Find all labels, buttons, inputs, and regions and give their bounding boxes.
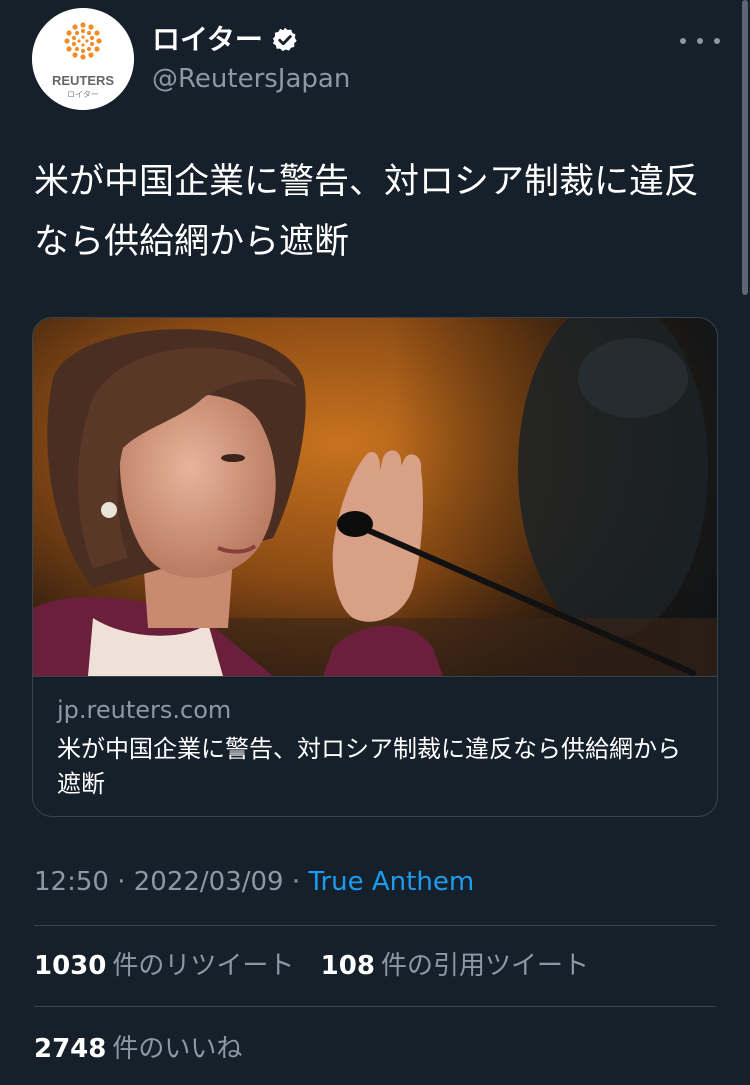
retweet-stats: 1030 件のリツイート 108 件の引用ツイート	[34, 948, 589, 984]
reuters-logo-icon: REUTERS ロイター	[32, 8, 134, 110]
tweet-source-link[interactable]: True Anthem	[308, 867, 474, 897]
retweets-stat[interactable]: 1030 件のリツイート	[34, 951, 294, 981]
svg-text:REUTERS: REUTERS	[52, 73, 114, 88]
author-handle[interactable]: @ReutersJapan	[152, 62, 350, 96]
link-card[interactable]: jp.reuters.com 米が中国企業に警告、対ロシア制裁に違反なら供給網か…	[32, 317, 718, 817]
verified-badge-icon	[271, 26, 299, 54]
author-name-text: ロイター	[152, 23, 263, 56]
avatar[interactable]: REUTERS ロイター	[32, 8, 134, 110]
card-title: 米が中国企業に警告、対ロシア制裁に違反なら供給網から遮断	[57, 735, 681, 798]
retweets-count: 1030	[34, 951, 107, 981]
tweet-text: 米が中国企業に警告、対ロシア制裁に違反なら供給網から遮断	[34, 162, 700, 262]
quotes-stat[interactable]: 108 件の引用ツイート	[321, 951, 589, 981]
likes-count: 2748	[34, 1034, 107, 1064]
divider	[34, 1006, 716, 1007]
meta-separator: ·	[283, 867, 309, 897]
likes-label: 件のいいね	[112, 1034, 243, 1064]
divider	[34, 925, 716, 926]
more-options-icon[interactable]	[680, 26, 720, 56]
like-stats: 2748 件のいいね	[34, 1031, 242, 1067]
svg-text:ロイター: ロイター	[67, 90, 99, 99]
retweets-label: 件のリツイート	[112, 951, 295, 981]
author-display-name[interactable]: ロイター	[152, 22, 299, 58]
card-image	[33, 318, 717, 677]
tweet-date[interactable]: 2022/03/09	[134, 867, 284, 897]
quotes-label: 件の引用ツイート	[380, 951, 589, 981]
meta-separator: ·	[108, 867, 134, 897]
quotes-count: 108	[320, 951, 375, 981]
tweet-meta: 12:50 · 2022/03/09 · True Anthem	[34, 864, 474, 900]
tweet-time[interactable]: 12:50	[34, 867, 109, 897]
card-domain: jp.reuters.com	[57, 696, 232, 724]
likes-stat[interactable]: 2748 件のいいね	[34, 1034, 242, 1064]
scrollbar[interactable]	[742, 0, 748, 295]
